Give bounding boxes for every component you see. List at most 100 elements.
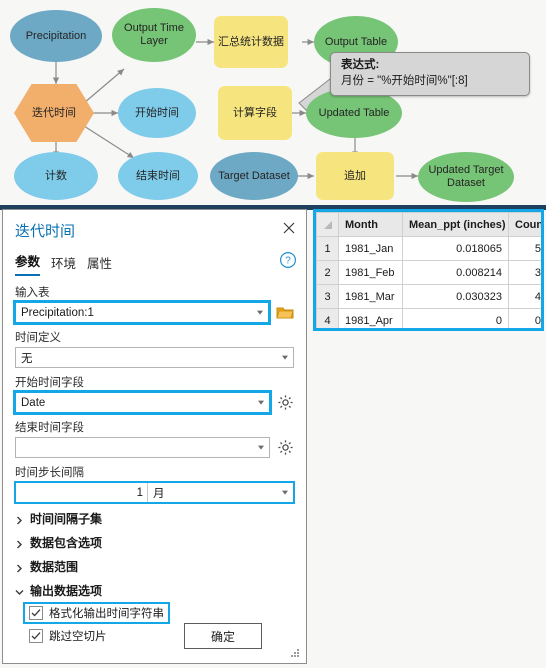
- chevron-right-icon: [15, 538, 24, 549]
- section-label: 数据范围: [30, 560, 79, 574]
- model-diagram: Precipitation Output Time Layer 汇总统计数据 O…: [0, 0, 546, 205]
- time-step-unit-combobox[interactable]: 月: [148, 483, 293, 502]
- time-definition-combobox[interactable]: 无: [15, 347, 294, 368]
- cell-mean-ppt: 0.008214: [402, 260, 509, 285]
- cell-count: 5: [508, 236, 541, 261]
- chevron-down-icon: [282, 355, 288, 360]
- section-data-inclusion-options[interactable]: 数据包含选项: [3, 534, 306, 551]
- callout-title: 表达式:: [341, 59, 380, 71]
- end-time-field-combobox[interactable]: [15, 437, 270, 458]
- field-time-definition: 时间定义 无: [3, 329, 306, 368]
- checkbox-label: 格式化输出时间字符串: [49, 608, 164, 620]
- input-table-combobox[interactable]: Precipitation:1: [13, 300, 271, 325]
- field-label: 时间定义: [15, 332, 61, 344]
- cell-month: 1981_Jan: [338, 236, 403, 261]
- svg-text:?: ?: [285, 256, 291, 267]
- folder-icon[interactable]: [276, 305, 294, 320]
- chevron-right-icon: [15, 514, 24, 525]
- chevron-down-icon: [15, 586, 24, 595]
- field-time-step-interval: 时间步长间隔 1 月: [3, 464, 306, 504]
- dialog-title: 迭代时间: [15, 223, 76, 240]
- table-row[interactable]: 1 1981_Jan 0.018065 5: [316, 236, 541, 261]
- field-input-table: 输入表 Precipitation:1: [3, 284, 306, 325]
- cell-mean-ppt: 0: [402, 308, 509, 328]
- tab-environments[interactable]: 环境: [51, 253, 76, 276]
- select-all-corner[interactable]: [316, 212, 339, 237]
- table-row[interactable]: 3 1981_Mar 0.030323 4: [316, 284, 541, 309]
- node-label: 计数: [45, 169, 67, 182]
- gear-icon[interactable]: [277, 439, 294, 456]
- section-label: 输出数据选项: [30, 584, 103, 598]
- row-index[interactable]: 1: [316, 236, 339, 261]
- cell-count: 0: [508, 308, 541, 328]
- input-table-value: Precipitation:1: [21, 306, 94, 319]
- column-header-mean-ppt[interactable]: Mean_ppt (inches): [402, 212, 509, 237]
- section-time-interval-subset[interactable]: 时间间隔子集: [3, 510, 306, 527]
- chevron-right-icon: [15, 562, 24, 573]
- field-label: 开始时间字段: [15, 377, 84, 389]
- table-row[interactable]: 2 1981_Feb 0.008214 3: [316, 260, 541, 285]
- section-label: 数据包含选项: [30, 536, 103, 550]
- node-label: Output Time Layer: [124, 22, 184, 47]
- node-label: 计算字段: [233, 106, 277, 119]
- gear-icon[interactable]: [277, 394, 294, 411]
- chevron-down-icon: [258, 400, 264, 405]
- help-icon[interactable]: ?: [279, 251, 297, 269]
- node-label: Updated Target Dataset: [428, 164, 504, 189]
- tab-properties[interactable]: 属性: [87, 253, 112, 276]
- section-output-data-options[interactable]: 输出数据选项: [3, 582, 306, 599]
- node-count[interactable]: 计数: [14, 152, 98, 200]
- row-index[interactable]: 3: [316, 284, 339, 309]
- node-start-time[interactable]: 开始时间: [118, 88, 196, 138]
- node-precipitation[interactable]: Precipitation: [10, 10, 102, 62]
- node-label: 开始时间: [135, 106, 179, 119]
- chevron-down-icon: [282, 490, 288, 495]
- field-label: 结束时间字段: [15, 422, 84, 434]
- close-icon[interactable]: [281, 220, 297, 236]
- start-time-field-value: Date: [21, 396, 46, 409]
- attribute-table-grid: Month Mean_ppt (inches) Count 1 1981_Jan…: [316, 212, 541, 328]
- section-label: 时间间隔子集: [30, 512, 103, 526]
- cell-mean-ppt: 0.030323: [402, 284, 509, 309]
- node-label: 追加: [344, 169, 366, 182]
- node-target-dataset[interactable]: Target Dataset: [210, 152, 298, 200]
- node-append[interactable]: 追加: [316, 152, 394, 200]
- cell-month: 1981_Feb: [338, 260, 403, 285]
- dialog-tabs: 参数 环境 属性: [15, 251, 112, 276]
- callout-expression: 月份 = "%开始时间%"[:8]: [341, 74, 468, 87]
- node-label: 结束时间: [136, 169, 180, 182]
- checkbox-format-output-time-string[interactable]: 格式化输出时间字符串: [23, 602, 170, 624]
- node-end-time[interactable]: 结束时间: [118, 152, 198, 200]
- cell-count: 4: [508, 284, 541, 309]
- node-output-time-layer[interactable]: Output Time Layer: [112, 8, 196, 62]
- time-step-unit-value: 月: [153, 487, 165, 500]
- node-summary-statistics[interactable]: 汇总统计数据: [214, 16, 288, 68]
- resize-handle[interactable]: [291, 649, 300, 658]
- time-step-interval-value[interactable]: 1: [16, 483, 148, 502]
- section-data-range[interactable]: 数据范围: [3, 558, 306, 575]
- ok-button[interactable]: 确定: [184, 623, 262, 649]
- node-label: 汇总统计数据: [218, 35, 284, 48]
- node-iterate-time[interactable]: 迭代时间: [14, 84, 94, 142]
- row-index[interactable]: 4: [316, 308, 339, 328]
- column-header-month[interactable]: Month: [338, 212, 403, 237]
- node-label: Output Table: [324, 35, 388, 48]
- field-start-time-field: 开始时间字段 Date: [3, 374, 306, 415]
- attribute-table[interactable]: Month Mean_ppt (inches) Count 1 1981_Jan…: [313, 209, 544, 331]
- tab-parameters[interactable]: 参数: [15, 251, 41, 276]
- field-end-time-field: 结束时间字段: [3, 419, 306, 458]
- time-definition-value: 无: [21, 352, 33, 365]
- table-header-row: Month Mean_ppt (inches) Count: [316, 212, 541, 237]
- node-label: Updated Table: [318, 106, 390, 119]
- cell-month: 1981_Apr: [338, 308, 403, 328]
- node-updated-target-dataset[interactable]: Updated Target Dataset: [418, 152, 514, 202]
- column-header-count[interactable]: Count: [508, 212, 541, 237]
- cell-mean-ppt: 0.018065: [402, 236, 509, 261]
- row-index[interactable]: 2: [316, 260, 339, 285]
- table-row[interactable]: 4 1981_Apr 0 0: [316, 308, 541, 328]
- node-label: Target Dataset: [218, 169, 290, 182]
- node-calculate-field[interactable]: 计算字段: [218, 86, 292, 140]
- time-step-interval-control[interactable]: 1 月: [14, 481, 295, 504]
- start-time-field-combobox[interactable]: Date: [13, 390, 272, 415]
- field-label: 输入表: [15, 287, 50, 299]
